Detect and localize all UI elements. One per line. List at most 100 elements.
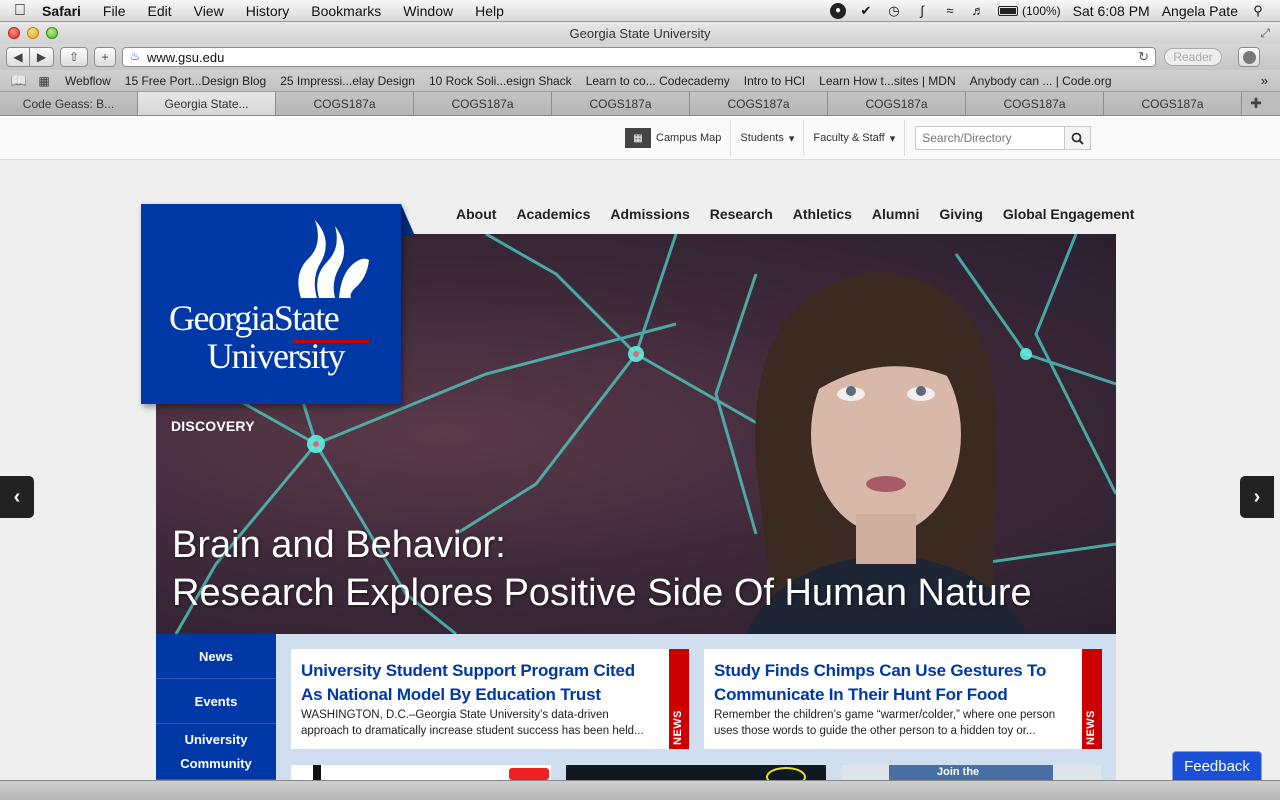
menu-view[interactable]: View (183, 3, 235, 19)
battery-percent: (100%) (1021, 3, 1061, 18)
window-controls (8, 27, 58, 39)
story-excerpt: Remember the children’s game “warmer/col… (714, 709, 1056, 737)
window-bottom-edge (0, 780, 1280, 800)
wifi-icon[interactable]: ≈ (942, 3, 958, 19)
tab[interactable]: Code Geass: B... (0, 92, 138, 115)
utility-bar: ▦ Campus Map Students ▾ Faculty & Staff … (0, 116, 1280, 160)
tab[interactable]: COGS187a (414, 92, 552, 115)
news-story-card[interactable]: Study Finds Chimps Can Use Gestures To C… (704, 649, 1102, 749)
campus-map-label: Campus Map (656, 132, 722, 144)
gsu-logo[interactable]: GeorgiaState University (141, 204, 401, 404)
social-thumbnail[interactable]: Join the (841, 765, 1101, 780)
bookmark-item[interactable]: Anybody can ... | Code.org (963, 74, 1119, 88)
bookmark-item[interactable]: Webflow (58, 74, 118, 88)
tab[interactable]: COGS187a (690, 92, 828, 115)
url-text: www.gsu.edu (147, 49, 225, 65)
video-thumbnail[interactable] (291, 765, 551, 780)
more-bookmarks-icon[interactable]: » (1261, 73, 1280, 88)
address-bar[interactable]: ♨ www.gsu.edu ↻ (122, 47, 1156, 67)
bookmark-item[interactable]: Intro to HCI (737, 74, 812, 88)
nav-about[interactable]: About (446, 206, 506, 222)
tab-active[interactable]: Georgia State... (138, 92, 276, 115)
bookmark-item[interactable]: Learn to co... Codecademy (579, 74, 737, 88)
nav-academics[interactable]: Academics (506, 206, 600, 222)
feedback-button[interactable]: Feedback (1172, 751, 1262, 780)
volume-icon[interactable]: ♬ (970, 3, 986, 19)
tab-news[interactable]: News (156, 634, 276, 679)
close-window-button[interactable] (8, 27, 20, 39)
spotlight-search-icon[interactable]: ⚲ (1250, 3, 1266, 19)
carousel-prev-button[interactable]: ‹ (0, 476, 34, 518)
story-title[interactable]: University Student Support Program Cited… (301, 659, 656, 707)
faculty-staff-dropdown[interactable]: Faculty & Staff ▾ (804, 120, 906, 156)
story-title[interactable]: Study Finds Chimps Can Use Gestures To C… (714, 659, 1069, 707)
tab-university-community[interactable]: University Community (156, 724, 276, 780)
nav-admissions[interactable]: Admissions (600, 206, 699, 222)
fullscreen-icon[interactable]: ⤢ (1260, 26, 1270, 41)
tab-bar: Code Geass: B... Georgia State... COGS18… (0, 92, 1280, 116)
tab[interactable]: COGS187a (1104, 92, 1242, 115)
campus-map-link[interactable]: ▦ Campus Map (616, 120, 732, 156)
time-machine-icon[interactable]: ◷ (886, 3, 902, 19)
reload-icon[interactable]: ↻ (1138, 49, 1149, 65)
messages-status-icon[interactable]: ● (829, 2, 846, 19)
add-bookmark-button[interactable]: + (94, 47, 116, 67)
hero-kicker[interactable]: DISCOVERY (171, 418, 255, 434)
logo-wordmark-line1: GeorgiaState (169, 298, 340, 338)
bookmark-item[interactable]: 15 Free Port...Design Blog (118, 74, 273, 88)
bluetooth-icon[interactable]: ∫ (914, 3, 930, 19)
nav-global-engagement[interactable]: Global Engagement (993, 206, 1144, 222)
tab-events[interactable]: Events (156, 679, 276, 724)
students-label: Students (740, 132, 784, 144)
check-status-icon[interactable]: ✔ (858, 3, 874, 19)
news-section: News Events University Community Univers… (156, 634, 1116, 780)
hero-headline-line1[interactable]: Brain and Behavior: (172, 524, 506, 567)
menu-edit[interactable]: Edit (136, 3, 182, 19)
tab[interactable]: COGS187a (276, 92, 414, 115)
menu-safari[interactable]: Safari (40, 3, 92, 19)
menubar-user[interactable]: Angela Pate (1162, 3, 1238, 19)
forward-button[interactable]: ▶ (30, 47, 54, 67)
top-sites-icon[interactable]: ▦ (30, 74, 58, 88)
logo-fold (401, 204, 415, 236)
search-button[interactable] (1064, 127, 1091, 149)
battery-icon (997, 5, 1018, 16)
menu-file[interactable]: File (92, 3, 137, 19)
news-category-tabs: News Events University Community (156, 634, 276, 780)
students-dropdown[interactable]: Students ▾ (731, 120, 805, 156)
menubar-clock[interactable]: Sat 6:08 PM (1073, 3, 1150, 19)
web-page: ▦ Campus Map Students ▾ Faculty & Staff … (0, 116, 1280, 780)
minimize-window-button[interactable] (27, 27, 39, 39)
menu-window[interactable]: Window (392, 3, 464, 19)
menu-history[interactable]: History (235, 3, 301, 19)
new-tab-icon[interactable]: ✚ (1242, 92, 1270, 115)
carousel-next-button[interactable]: › (1240, 476, 1274, 518)
reading-list-icon[interactable]: 📖 (8, 73, 30, 89)
nav-athletics[interactable]: Athletics (783, 206, 862, 222)
apple-menu-icon[interactable]:  (0, 2, 40, 20)
downloads-button[interactable] (1238, 47, 1260, 67)
tab[interactable]: COGS187a (828, 92, 966, 115)
bookmark-item[interactable]: Learn How t...sites | MDN (812, 74, 963, 88)
zoom-window-button[interactable] (46, 27, 58, 39)
tab[interactable]: COGS187a (966, 92, 1104, 115)
reader-button[interactable]: Reader (1164, 48, 1222, 66)
promo-thumbnail[interactable] (566, 765, 826, 780)
nav-giving[interactable]: Giving (929, 206, 993, 222)
nav-research[interactable]: Research (700, 206, 783, 222)
browser-toolbar: ◀ ▶ ⇧ + ♨ www.gsu.edu ↻ Reader (0, 44, 1280, 70)
menu-help[interactable]: Help (464, 3, 515, 19)
share-button[interactable]: ⇧ (60, 47, 88, 67)
tab[interactable]: COGS187a (552, 92, 690, 115)
news-story-card[interactable]: University Student Support Program Cited… (291, 649, 689, 749)
bookmark-item[interactable]: 25 Impressi...elay Design (273, 74, 422, 88)
news-tag-label: NEWS (672, 710, 684, 745)
back-button[interactable]: ◀ (6, 47, 30, 67)
hero-headline-line2[interactable]: Research Explores Positive Side Of Human… (172, 572, 1032, 615)
bookmark-item[interactable]: 10 Rock Soli...esign Shack (422, 74, 579, 88)
nav-alumni[interactable]: Alumni (862, 206, 929, 222)
menu-bookmarks[interactable]: Bookmarks (300, 3, 392, 19)
battery-indicator[interactable]: (100%) (997, 3, 1061, 18)
bookmarks-bar: 📖 ▦ Webflow 15 Free Port...Design Blog 2… (0, 70, 1280, 92)
search-input[interactable] (916, 127, 1065, 149)
